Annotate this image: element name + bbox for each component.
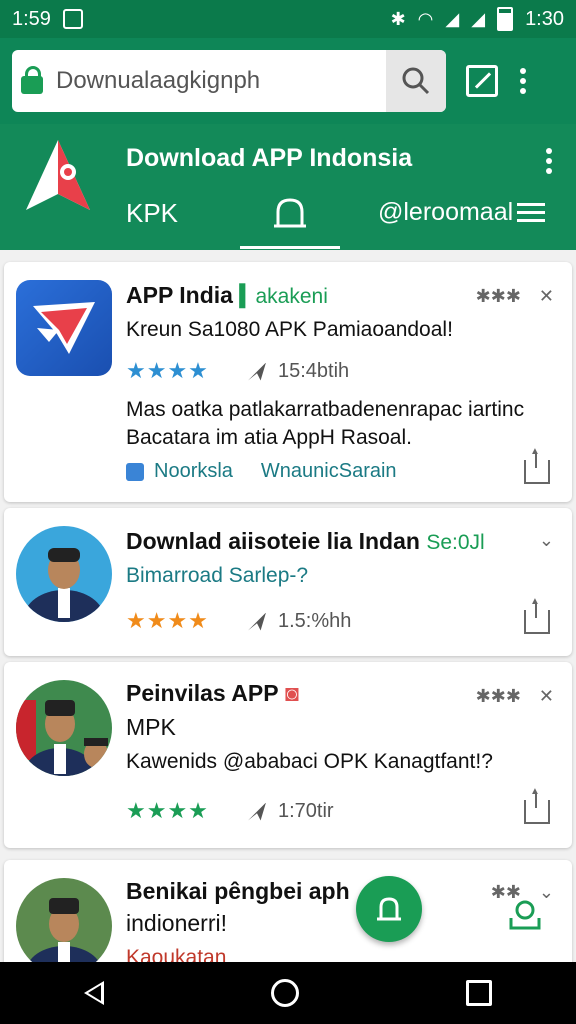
app-tag: Se:0Jl bbox=[426, 531, 485, 554]
more-icon[interactable]: ✱✱✱ bbox=[476, 286, 521, 307]
account-label: @leroomaal bbox=[378, 198, 514, 226]
avatar bbox=[16, 526, 112, 622]
system-nav-bar bbox=[0, 962, 576, 1024]
bluetooth-icon: ✱ bbox=[390, 8, 406, 29]
lock-open-icon bbox=[377, 897, 401, 921]
camera-icon: ◙ bbox=[284, 680, 299, 706]
page-title: Download APP Indonsia bbox=[126, 144, 413, 172]
list-item[interactable]: Downlad aiisoteie lia Indan Se:0Jl ⌄ Bim… bbox=[4, 508, 572, 656]
back-icon[interactable] bbox=[83, 981, 104, 1005]
app-subtitle: Bimarroad Sarlep-? bbox=[126, 564, 309, 587]
search-button[interactable] bbox=[386, 50, 446, 112]
browser-toolbar bbox=[0, 38, 576, 124]
download-count: 1.5:%hh bbox=[278, 610, 352, 632]
lock-icon bbox=[12, 66, 52, 94]
list-item[interactable]: Peinvilas APP ◙ MPK ✱✱✱ ✕ Kawenids @abab… bbox=[4, 662, 572, 848]
rating-stars: ★★★★ bbox=[126, 798, 209, 823]
url-input[interactable] bbox=[52, 67, 386, 95]
list-item[interactable]: APP India ▍akakeni ✱✱✱ ✕ Kreun Sa1080 AP… bbox=[4, 262, 572, 502]
app-title: Downlad aiisoteie lia Indan Se:0Jl bbox=[126, 528, 485, 554]
active-tab-indicator bbox=[240, 246, 340, 249]
share-icon[interactable] bbox=[524, 596, 550, 634]
tab-home[interactable] bbox=[272, 194, 308, 239]
link-website[interactable]: WnaunicSarain bbox=[261, 460, 397, 483]
signal-icon-2: ◢ bbox=[471, 8, 486, 29]
battery-icon bbox=[497, 7, 514, 31]
tab-bar: KPK @leroomaal bbox=[0, 188, 576, 250]
browser-menu-icon[interactable] bbox=[520, 68, 526, 94]
dismiss-icon[interactable]: ✕ bbox=[539, 286, 554, 307]
app-description: Mas oatka patlakarratbadenenrapac iartin… bbox=[126, 398, 525, 421]
avatar bbox=[16, 878, 112, 974]
app-tag: ▍akakeni bbox=[239, 285, 328, 308]
wifi-icon: ◠ bbox=[417, 8, 434, 29]
status-time: 1:59 bbox=[12, 7, 51, 30]
home-button-icon[interactable] bbox=[270, 979, 299, 1007]
chevron-down-icon[interactable]: ⌄ bbox=[539, 530, 554, 551]
app-header: Download APP Indonsia KPK @leroomaal bbox=[0, 124, 576, 250]
recent-apps-icon[interactable] bbox=[466, 980, 493, 1006]
tab-kpk[interactable]: KPK bbox=[126, 198, 178, 229]
share-icon[interactable] bbox=[524, 786, 550, 824]
rating-stars: ★★★★ bbox=[126, 608, 209, 633]
download-count: 15:4btih bbox=[278, 360, 350, 382]
app-title: Benikai pêngbei aph bbox=[126, 878, 350, 904]
app-title: APP India ▍akakeni bbox=[126, 282, 328, 308]
avatar bbox=[16, 680, 112, 776]
download-icon[interactable] bbox=[508, 896, 542, 937]
dismiss-icon[interactable]: ✕ bbox=[539, 686, 554, 707]
app-title: Peinvilas APP ◙ bbox=[126, 680, 299, 706]
home-icon bbox=[274, 198, 306, 228]
fab-download-button[interactable] bbox=[356, 876, 422, 942]
hamburger-icon[interactable] bbox=[517, 203, 546, 222]
download-arrow-icon bbox=[248, 802, 266, 821]
search-icon bbox=[402, 67, 430, 95]
status-clock: 1:30 bbox=[525, 7, 564, 30]
app-title-2: indionerri! bbox=[126, 910, 227, 936]
edit-icon[interactable] bbox=[466, 65, 498, 97]
address-bar[interactable] bbox=[12, 50, 446, 112]
app-subtitle: Kreun Sa1080 APK Pamiaoandoal! bbox=[126, 318, 453, 341]
header-menu-icon[interactable] bbox=[546, 148, 552, 174]
link-icon bbox=[126, 462, 144, 481]
app-description-2: Bacatara im atia AppH Rasoal. bbox=[126, 426, 412, 449]
more-icon[interactable]: ✱✱✱ bbox=[476, 686, 521, 707]
download-arrow-icon bbox=[248, 612, 266, 631]
app-icon bbox=[16, 280, 112, 376]
download-arrow-icon bbox=[248, 362, 266, 381]
app-subtitle: Kawenids @ababaci OPK Kanagtfant!? bbox=[126, 750, 493, 773]
status-bar: 1:59 ✱ ◠ ◢ ◢ 1:30 bbox=[0, 0, 576, 38]
tab-account[interactable]: @leroomaal bbox=[378, 198, 546, 227]
download-count: 1:70tir bbox=[278, 800, 334, 822]
rating-stars: ★★★★ bbox=[126, 358, 209, 383]
app-title-2: MPK bbox=[126, 714, 176, 740]
link-more[interactable]: Noorksla bbox=[154, 460, 233, 483]
signal-icon: ◢ bbox=[445, 8, 460, 29]
notification-icon bbox=[62, 9, 83, 29]
share-icon[interactable] bbox=[524, 446, 550, 484]
